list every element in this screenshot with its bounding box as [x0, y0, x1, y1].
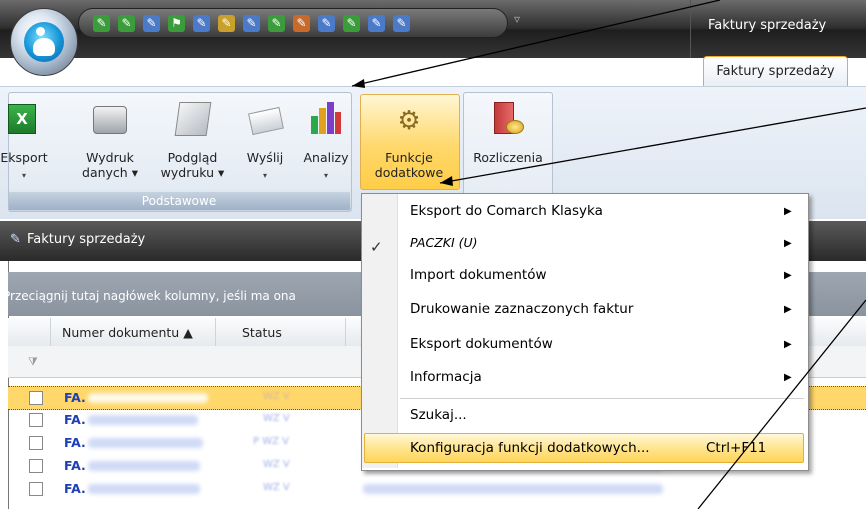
annotation-arrows — [351, 0, 866, 509]
annotation-arrow-line — [351, 0, 721, 87]
user-icon — [24, 22, 64, 62]
annotation-arrow-line — [697, 299, 866, 509]
application-orb-button[interactable] — [10, 8, 78, 76]
annotation-arrowhead — [352, 79, 365, 88]
annotation-arrow-line — [439, 107, 866, 184]
annotation-arrowhead — [440, 176, 453, 186]
